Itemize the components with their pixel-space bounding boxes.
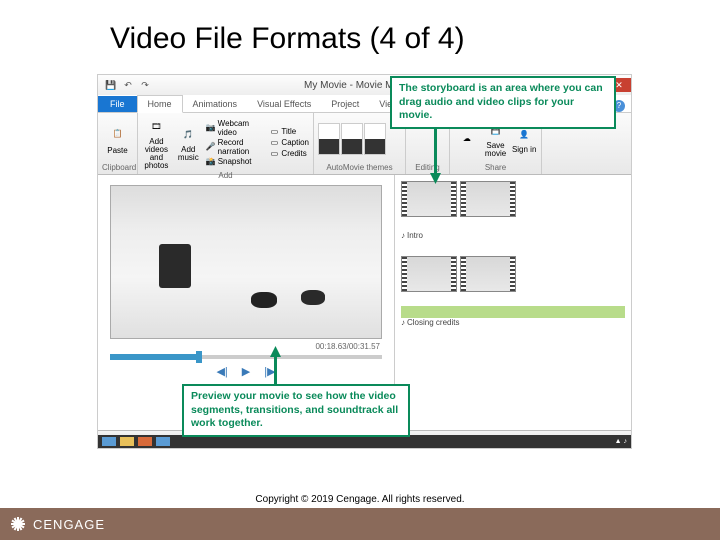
taskbar-item[interactable] [156,437,170,446]
taskbar-item[interactable] [120,437,134,446]
credits-button[interactable]: ▭Credits [269,149,309,159]
dog-figure [301,290,325,305]
add-videos-button[interactable]: 🎞 Add videos and photos [142,115,171,170]
add-music-label: Add music [174,146,203,162]
title-icon: ▭ [269,127,279,137]
copyright-text: Copyright © 2019 Cengage. All rights res… [0,494,720,505]
qat-undo-icon[interactable]: ↶ [121,78,135,92]
group-editing: Editing [410,162,445,172]
group-themes: AutoMovie themes [318,162,401,172]
dog-figure [251,292,277,308]
themes-gallery[interactable] [318,123,386,155]
tab-animations[interactable]: Animations [183,96,248,112]
tab-project[interactable]: Project [321,96,369,112]
clipboard-icon: 📋 [107,123,129,145]
mic-icon: 🎤 [206,142,216,152]
snapshot-label: Snapshot [218,157,252,166]
add-music-button[interactable]: 🎵 Add music [174,123,203,162]
footer-bar: CENGAGE [0,508,720,540]
caption-button[interactable]: ▭Caption [269,138,309,148]
prev-button[interactable]: ◀| [216,365,227,378]
qat-redo-icon[interactable]: ↷ [138,78,152,92]
group-clipboard: Clipboard [102,162,133,172]
music-icon: 🎵 [177,123,199,145]
snapshot-button[interactable]: 📸Snapshot [206,157,267,167]
callout-storyboard: The storyboard is an area where you can … [390,76,616,129]
closing-label: Closing credits [407,318,459,327]
play-button[interactable]: ▶ [242,365,250,378]
title-label: Title [281,127,296,136]
film-icon: 🎞 [145,115,167,137]
taskbar-item[interactable] [102,437,116,446]
starburst-icon [8,514,28,534]
theme-item[interactable] [364,123,386,155]
webcam-icon: 📷 [206,123,216,133]
tab-home[interactable]: Home [137,95,183,113]
brand-text: CENGAGE [33,517,105,532]
taskbar: ▲ ♪ [98,435,631,448]
caption-icon: ▭ [269,138,279,148]
sled-figure [159,244,191,288]
camera-icon: 📸 [206,157,216,167]
tab-visual-effects[interactable]: Visual Effects [247,96,321,112]
paste-button[interactable]: 📋 Paste [102,123,133,155]
clip-thumbnail[interactable] [401,256,457,292]
intro-label: Intro [407,231,423,240]
cengage-logo: CENGAGE [0,514,105,534]
webcam-button[interactable]: 📷Webcam video [206,119,267,137]
storyboard-pane[interactable]: ♪Intro ♪Closing credits [394,175,631,430]
paste-label: Paste [107,146,127,155]
file-tab[interactable]: File [98,96,137,112]
clip-thumbnail[interactable] [460,181,516,217]
timecode: 00:18.63/00:31.57 [110,339,382,351]
audio-track[interactable] [401,306,625,318]
group-share: Share [454,162,537,172]
callout-arrow [274,354,277,384]
theme-item[interactable] [341,123,363,155]
webcam-label: Webcam video [218,119,267,137]
save-movie-label: Save movie [483,142,509,158]
skydrive-button[interactable]: ☁ [454,128,480,150]
scrubber[interactable] [110,355,382,359]
taskbar-clock: ▲ ♪ [615,438,627,445]
credits-label: Credits [281,149,306,158]
record-label: Record narration [218,138,267,156]
scrubber-head[interactable] [196,351,202,363]
credits-icon: ▭ [269,149,279,159]
record-button[interactable]: 🎤Record narration [206,138,267,156]
title-button[interactable]: ▭Title [269,127,309,137]
theme-item[interactable] [318,123,340,155]
music-note-icon: ♪ [401,318,405,327]
cloud-icon: ☁ [456,128,478,150]
video-preview[interactable] [110,185,382,339]
add-videos-label: Add videos and photos [142,138,171,170]
callout-arrow [434,127,437,175]
callout-preview: Preview your movie to see how the video … [182,384,410,437]
taskbar-item[interactable] [138,437,152,446]
music-note-icon: ♪ [401,231,405,240]
clip-thumbnail[interactable] [401,181,457,217]
caption-label: Caption [281,138,309,147]
clip-thumbnail[interactable] [460,256,516,292]
signin-label: Sign in [512,146,536,154]
slide-title: Video File Formats (4 of 4) [0,0,720,56]
qat-save-icon[interactable]: 💾 [104,78,118,92]
